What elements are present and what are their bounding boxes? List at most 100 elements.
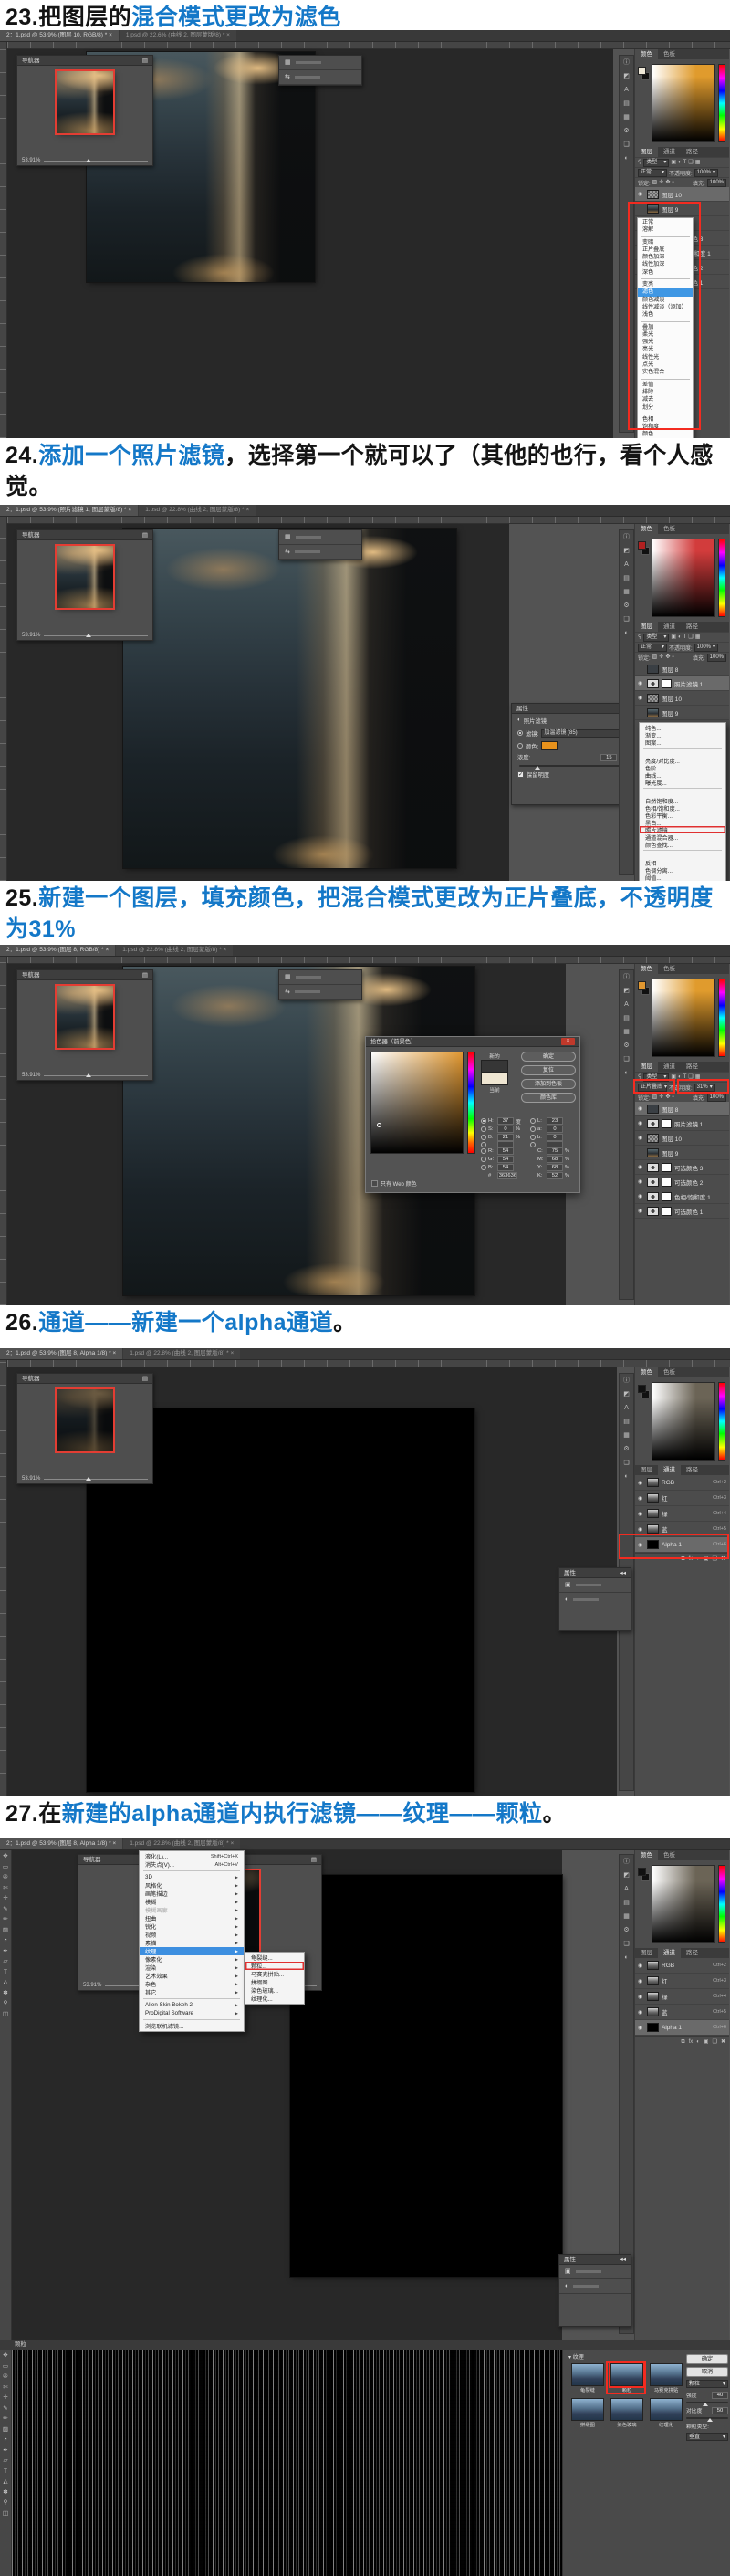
tool-icon[interactable]: ✽: [3, 2490, 7, 2497]
foreground-swatch[interactable]: [638, 981, 646, 990]
tool-icon[interactable]: ▭: [3, 1865, 8, 1871]
value-input[interactable]: 68: [547, 1164, 563, 1171]
channel-row[interactable]: ◉蓝Ctrl+5: [635, 1522, 729, 1537]
visibility-eye-icon[interactable]: ◉: [638, 1208, 644, 1214]
filter-kind-icon[interactable]: ❑: [688, 1074, 693, 1080]
panel-tab[interactable]: 图层: [635, 622, 658, 632]
filter-kind-icon[interactable]: ❑: [688, 160, 693, 165]
blend-mode-option[interactable]: 划分: [638, 404, 693, 412]
menu-item[interactable]: 模糊画廊▶: [140, 1906, 244, 1914]
document-tab[interactable]: 2：1.psd @ 53.9% (图层 8, RGB/8) * ×: [0, 945, 115, 956]
panel-tab[interactable]: 图层: [635, 1062, 658, 1072]
layer-row[interactable]: ◉可选颜色 1: [635, 1204, 729, 1219]
tool-icon[interactable]: T: [4, 2469, 7, 2476]
color-field[interactable]: [652, 1382, 715, 1461]
preserve-luminosity-checkbox[interactable]: ✓: [517, 771, 524, 778]
menu-item[interactable]: [643, 748, 722, 755]
panel-footer-icon[interactable]: ⧉: [681, 2039, 684, 2045]
tool-icon[interactable]: ◭: [4, 1980, 8, 1986]
layer-row[interactable]: ◉图层 8: [635, 1102, 729, 1116]
panel-icon[interactable]: ◩: [623, 988, 630, 994]
opacity-value[interactable]: 31%▾: [694, 1084, 715, 1092]
panel-tab[interactable]: 色板: [658, 1367, 681, 1377]
panel-tab[interactable]: 路径: [681, 1465, 704, 1475]
panel-icon[interactable]: ▦: [623, 589, 630, 595]
web-colors-checkbox[interactable]: [371, 1180, 378, 1187]
panel-icon[interactable]: ▤: [623, 100, 630, 107]
filter-kind-icon[interactable]: ▣: [671, 1074, 676, 1080]
lock-icon[interactable]: ✛: [659, 654, 663, 660]
blend-mode-option[interactable]: 深色: [638, 269, 693, 277]
panel-icon[interactable]: A: [624, 1001, 629, 1008]
value-radio[interactable]: [481, 1135, 486, 1140]
blend-mode-option[interactable]: 溶解: [638, 226, 693, 234]
visibility-eye-icon[interactable]: ◉: [638, 1526, 644, 1533]
blend-mode-option[interactable]: 滤色: [638, 288, 693, 296]
menu-item[interactable]: [643, 850, 722, 857]
value-input[interactable]: 54: [497, 1156, 514, 1163]
density-value[interactable]: 15: [600, 754, 617, 761]
menu-item[interactable]: 渲染▶: [140, 1963, 244, 1972]
lock-icon[interactable]: ▪: [672, 1094, 673, 1100]
value-radio[interactable]: [530, 1135, 536, 1140]
panel-footer-icon[interactable]: ▣: [704, 2039, 709, 2045]
menu-item-browse-filters[interactable]: 浏览联机滤镜...: [140, 2022, 244, 2030]
layer-row[interactable]: ◉图层 8: [635, 662, 729, 676]
panel-tab[interactable]: 颜色: [635, 1850, 658, 1860]
panel-icon[interactable]: ◐: [624, 1473, 628, 1480]
visibility-eye-icon[interactable]: ◉: [638, 1105, 644, 1112]
visibility-eye-icon[interactable]: ◉: [638, 2025, 644, 2031]
blend-mode-select[interactable]: 正常▾: [638, 644, 667, 652]
layer-row[interactable]: ◉可选颜色 2: [635, 1175, 729, 1189]
panel-icon[interactable]: ⓘ: [623, 1859, 630, 1865]
panel-footer-icon[interactable]: ◐: [696, 2039, 700, 2045]
opacity-value[interactable]: 100%▾: [694, 169, 718, 177]
tool-icon[interactable]: ✇: [3, 1875, 7, 1881]
hue-strip[interactable]: [718, 1865, 725, 1943]
zoom-slider[interactable]: [44, 635, 148, 636]
blend-mode-option[interactable]: 柔光: [638, 331, 693, 339]
zoom-level[interactable]: 53.91%: [22, 1073, 40, 1078]
filter-kind-icon[interactable]: ◐: [678, 634, 682, 640]
ok-button[interactable]: 确定: [686, 2354, 728, 2364]
blend-mode-option[interactable]: 颜色: [638, 431, 693, 438]
tool-icon[interactable]: ✄: [3, 2385, 7, 2392]
tool-icon[interactable]: ✒: [3, 2448, 7, 2455]
visibility-eye-icon[interactable]: ◉: [638, 1178, 644, 1185]
navigator-thumbnail[interactable]: [57, 71, 113, 133]
lock-icon[interactable]: ✛: [659, 180, 663, 185]
foreground-swatch[interactable]: [638, 1385, 646, 1393]
panel-tab[interactable]: 颜色: [635, 964, 658, 974]
blend-mode-option[interactable]: 减去: [638, 396, 693, 403]
panel-footer-icon[interactable]: fx: [689, 1556, 694, 1562]
filter-kind-icon[interactable]: ◐: [678, 1074, 682, 1080]
blend-mode-option[interactable]: 变暗: [638, 239, 693, 246]
channel-row[interactable]: ◉Alpha 1Ctrl+6: [635, 2020, 729, 2036]
menu-item[interactable]: 模糊▶: [140, 1898, 244, 1906]
panel-tab[interactable]: 色板: [658, 49, 681, 59]
lock-icon[interactable]: ✛: [659, 1094, 663, 1100]
panel-menu-icon[interactable]: ▤: [142, 56, 148, 65]
filter-kind-icon[interactable]: ▣: [671, 634, 676, 640]
value-radio[interactable]: [530, 1142, 536, 1147]
panel-icon[interactable]: ❑: [623, 1941, 629, 1947]
tool-icon[interactable]: ✒: [3, 1949, 7, 1955]
value-input[interactable]: 75: [547, 1147, 563, 1155]
document-tab[interactable]: 2：1.psd @ 53.9% (照片滤镜 1, 图层蒙版/8) * ×: [0, 505, 138, 516]
blend-mode-option[interactable]: 叠加: [638, 324, 693, 331]
filter-thumb[interactable]: 染色玻璃: [608, 2396, 646, 2430]
document-tab[interactable]: 1.psd @ 22.8% (曲线 2, 图层蒙版/8) * ×: [139, 505, 256, 516]
value-input[interactable]: 0: [497, 1126, 514, 1133]
blend-mode-option[interactable]: 亮光: [638, 346, 693, 353]
color-field[interactable]: [652, 539, 715, 617]
zoom-slider[interactable]: [44, 161, 148, 162]
panel-icon[interactable]: ❑: [623, 1460, 629, 1466]
tool-icon[interactable]: ✛: [3, 1896, 7, 1902]
panel-icon[interactable]: ⚙: [623, 1446, 629, 1452]
panel-footer-icon[interactable]: ❑: [713, 2039, 717, 2045]
layer-row[interactable]: ◉照片滤镜 1: [635, 1116, 729, 1131]
close-icon[interactable]: ×: [561, 1038, 575, 1045]
tool-icon[interactable]: ▱: [4, 1959, 8, 1965]
filter-kind-icon[interactable]: T: [683, 160, 687, 165]
filter-select[interactable]: 加温滤镜 (85)▾: [541, 729, 625, 738]
